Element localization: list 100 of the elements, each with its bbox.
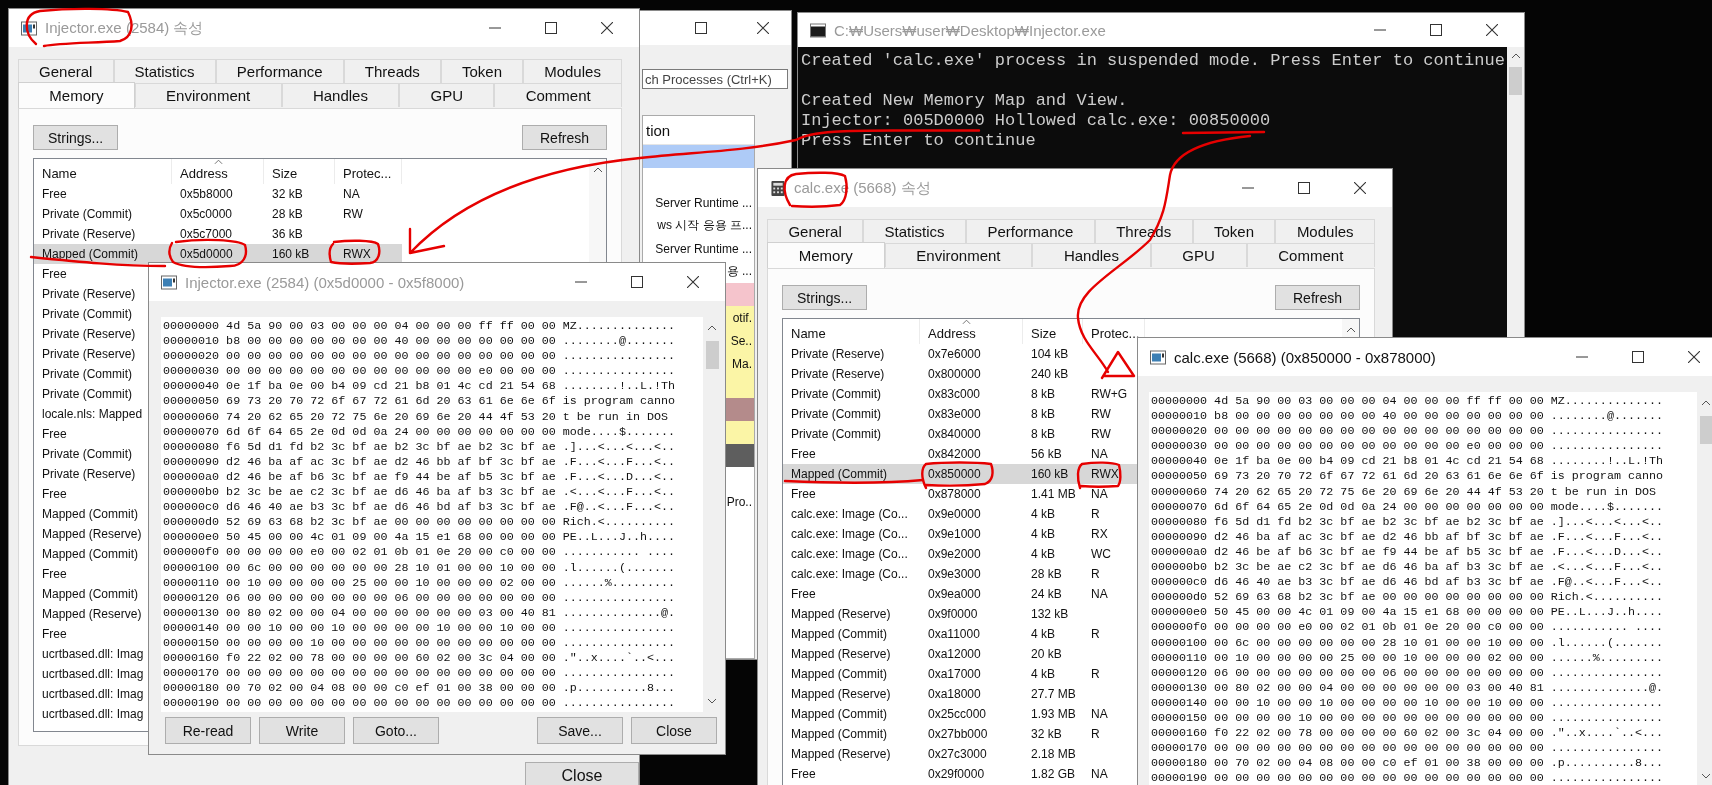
hex-line: 00000010 b8 00 00 00 00 00 00 00 40 00 00 00 00 00 00 00 ........@....... [1151, 409, 1664, 425]
table-cell: calc.exe: Image (Co... [791, 567, 908, 581]
strings-button[interactable]: Strings... [782, 285, 867, 310]
process-name: Pro.. [726, 494, 752, 509]
tab[interactable]: General [767, 219, 864, 243]
maximize-icon[interactable] [545, 22, 557, 34]
table-cell: 132 kB [1031, 607, 1069, 621]
table-cell: 0xa18000 [928, 687, 981, 701]
scrollbar-thumb[interactable] [1699, 416, 1712, 444]
maximize-icon[interactable] [1298, 182, 1310, 194]
tab[interactable]: Modules [523, 59, 622, 83]
table-cell: 0xa12000 [928, 647, 981, 661]
tab[interactable]: Statistics [113, 59, 216, 83]
scroll-up-icon[interactable] [1510, 53, 1521, 59]
scrollbar-thumb[interactable] [1509, 67, 1522, 95]
editor-button[interactable]: Re-read [165, 717, 251, 744]
scroll-down-icon[interactable] [1701, 773, 1711, 779]
column-header[interactable]: Name [791, 326, 826, 341]
table-cell: NA [1091, 587, 1108, 601]
tab[interactable]: Performance [215, 59, 344, 83]
tab[interactable]: Modules [1275, 219, 1375, 243]
table-cell: RW [1091, 427, 1111, 441]
tab[interactable]: Comment [494, 83, 623, 107]
table-cell: 0x5c0000 [180, 207, 233, 221]
maximize-icon[interactable] [1632, 351, 1644, 363]
scroll-up-icon[interactable] [707, 325, 717, 331]
scroll-up-icon[interactable] [1345, 327, 1356, 333]
hex-line: 00000080 f6 5d d1 fd b2 3c bf ae b2 3c bf ae b2 3c bf ae .]...<...<...<.. [1151, 514, 1664, 530]
table-cell: 0x25cc000 [928, 707, 987, 721]
tab[interactable]: Statistics [863, 219, 967, 243]
column-header[interactable]: tion [646, 121, 671, 139]
column-header[interactable]: Address [928, 326, 976, 341]
hex-line: 00000000 4d 5a 90 00 03 00 00 00 04 00 00 00 ff ff 00 00 MZ.............. [1151, 394, 1664, 410]
process-name: Server Runtime ... [655, 241, 752, 256]
tab[interactable]: Environment [884, 243, 1033, 267]
scroll-up-icon[interactable] [1701, 400, 1711, 406]
table-cell: 28 kB [1031, 567, 1062, 581]
table-cell: Private (Reserve) [42, 327, 136, 341]
table-cell: 0x878000 [928, 487, 981, 501]
strings-button[interactable]: Strings... [33, 125, 118, 150]
scroll-up-icon[interactable] [592, 167, 603, 173]
search-field[interactable]: ch Processes (Ctrl+K) [642, 69, 788, 89]
table-cell: 36 kB [272, 227, 303, 241]
close-icon[interactable] [601, 22, 613, 34]
table-cell: 0xa17000 [928, 667, 981, 681]
tab[interactable]: Comment [1246, 243, 1375, 267]
table-cell: 0x842000 [928, 447, 981, 461]
column-header[interactable]: Protec... [1091, 326, 1140, 341]
table-cell: RW [1091, 407, 1111, 421]
table-cell: 8 kB [1031, 387, 1055, 401]
process-name: Se.. [730, 333, 752, 348]
hex-line: 00000100 00 6c 00 00 00 00 00 00 28 10 01 00 00 10 00 00 .l......(....... [1151, 635, 1664, 651]
table-cell: 0x5c7000 [180, 227, 233, 241]
tab[interactable]: Handles [281, 83, 400, 107]
table-cell: 0x5d0000 [180, 247, 233, 261]
tab[interactable]: Token [440, 59, 524, 83]
tab[interactable]: Handles [1032, 243, 1151, 267]
hex-line: 00000060 74 20 62 65 20 72 75 6e 20 69 6e 20 44 4f 53 20 t be run in DOS [1151, 484, 1657, 500]
tab[interactable]: Memory [18, 82, 135, 108]
table-cell: 0x27bb000 [928, 727, 988, 741]
close-icon[interactable] [1354, 182, 1366, 194]
refresh-button[interactable]: Refresh [1275, 285, 1360, 310]
table-cell: Private (Commit) [42, 367, 132, 381]
table-cell: R [1091, 667, 1100, 681]
tab[interactable]: GPU [399, 83, 495, 107]
tab[interactable]: Threads [343, 59, 441, 83]
table-cell: 4 kB [1031, 667, 1055, 681]
close-icon[interactable] [757, 22, 769, 34]
refresh-button[interactable]: Refresh [522, 125, 607, 150]
column-header[interactable]: Name [42, 166, 77, 181]
table-cell: 0x840000 [928, 427, 981, 441]
table-cell: NA [343, 187, 360, 201]
hex-line: 00000050 69 73 20 70 72 6f 67 72 61 6d 20 63 61 6e 6e 6f is program canno [1151, 469, 1664, 485]
tab[interactable]: Memory [767, 242, 885, 268]
editor-button[interactable]: Save... [537, 717, 623, 744]
maximize-icon[interactable] [1430, 24, 1442, 36]
close-button[interactable]: Close [525, 762, 639, 785]
column-header[interactable]: Size [1031, 326, 1057, 341]
table-cell: 104 kB [1031, 347, 1069, 361]
scroll-down-icon[interactable] [707, 698, 717, 704]
editor-button[interactable]: Close [631, 717, 717, 744]
scrollbar-thumb[interactable] [705, 341, 719, 369]
maximize-icon[interactable] [631, 276, 643, 288]
close-icon[interactable] [1486, 24, 1498, 36]
maximize-icon[interactable] [695, 22, 707, 34]
tab[interactable]: Environment [134, 83, 282, 107]
tab[interactable]: GPU [1150, 243, 1247, 267]
close-icon[interactable] [1688, 351, 1700, 363]
editor-button[interactable]: Goto... [353, 717, 439, 744]
close-icon[interactable] [687, 276, 699, 288]
tab[interactable]: Performance [966, 219, 1095, 243]
column-header[interactable]: Address [180, 166, 228, 181]
tab[interactable]: Token [1192, 219, 1276, 243]
tab[interactable]: General [18, 59, 114, 83]
table-cell: Private (Reserve) [42, 347, 136, 361]
column-header[interactable]: Protec... [343, 166, 392, 181]
column-header[interactable]: Size [272, 166, 298, 181]
hex-line: 00000150 00 00 00 00 10 00 00 00 00 00 00 00 00 00 00 00 ................ [163, 635, 676, 652]
editor-button[interactable]: Write [259, 717, 345, 744]
table-cell: Free [791, 767, 816, 781]
